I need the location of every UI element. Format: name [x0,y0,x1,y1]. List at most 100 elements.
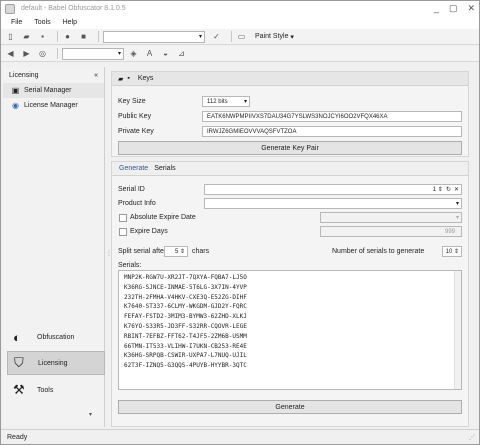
generate-button[interactable]: Generate [118,400,462,414]
filter-combo[interactable]: ▾ [62,47,124,60]
shade-icon[interactable]: ◒ [160,48,171,59]
forward-icon[interactable]: ▶ [21,48,32,59]
tab-serials[interactable]: Serials [151,165,178,172]
close-button[interactable]: ✕ [467,3,475,13]
list-item: K76YO-S33R5-JD3FF-S32RR-CQOVR-LEGE [124,322,247,330]
paint-style-dropdown[interactable]: Paint Style ▾ [255,33,294,41]
licensing-icon: ⛉ [14,355,24,370]
nav-licensing[interactable]: ⛉ Licensing [7,351,105,375]
title-bar: default - Babel Obfuscator 8.1.0.5 _ ▢ ✕ [1,1,479,16]
num-serials-stepper[interactable]: 10 ⇕ [442,246,462,257]
secondary-toolbar: ◀ ▶ ◎ ▾ ◈ A ◒ ⊿ [1,46,479,62]
clear-icon[interactable]: ✕ [454,186,459,193]
absolute-expire-checkbox[interactable] [119,214,127,222]
split-serial-label: Split serial after [118,248,167,255]
check-icon[interactable]: ✓ [211,31,222,42]
key-size-label: Key Size [118,98,146,105]
collapse-icon[interactable]: « [94,72,98,79]
refresh-icon[interactable]: ◎ [37,48,48,59]
nav-label: Licensing [38,359,68,367]
serials-label: Serials: [118,262,142,269]
font-icon[interactable]: A [144,48,155,59]
num-serials-label: Number of serials to generate [332,248,425,255]
refresh-serial-icon[interactable]: ↻ [446,186,451,193]
serial-manager-icon: ▣ [11,86,20,95]
serials-textarea[interactable]: MNP2K-RGW7U-XR2JT-7QXYA-FQBA7-LJ5O K36RG… [118,270,462,390]
layers-icon[interactable]: ◈ [128,48,139,59]
menu-file[interactable]: File [5,19,28,26]
chars-label: chars [192,248,210,255]
sidebar: Licensing « ▣ Serial Manager ◉ License M… [3,67,105,427]
public-key-label: Public Key [118,113,152,120]
page-icon[interactable]: ▭ [236,31,247,42]
list-item: FEFAY-FSTD2-3MIM3-BYMW3-62ZHD-XLKJ [124,313,247,321]
public-key-field[interactable]: EATK6NWPMPIIVXS7DAU34G7YSLWS3NOJCYI6OO2V… [202,111,462,122]
menu-help[interactable]: Help [57,19,83,26]
resize-grip-icon[interactable]: ⋰ [469,434,475,441]
menu-bar: File Tools Help [1,16,479,29]
sidebar-item-label: Serial Manager [24,87,72,94]
sidebar-item-label: License Manager [24,102,78,109]
main-toolbar: ▯ ▰ ▪ ● ■ ▾ ✓ ▭ Paint Style ▾ [1,29,479,45]
nav-label: Tools [37,386,54,394]
list-item: K36HG-SRPQB-CSWIR-UXPA7-L7NUQ-UJIL [124,352,247,360]
generate-tabs: Generate Serials [112,162,468,176]
num-value: 10 [445,248,453,255]
list-item: K36RG-SJNCE-INMAE-5T6LG-3X7IN-4YVP [124,283,247,291]
tab-generate[interactable]: Generate [116,165,151,172]
license-manager-icon: ◉ [12,101,19,110]
nav-overflow-icon[interactable]: ▾ [89,411,92,418]
serial-id-value: 1 [432,186,436,193]
keys-header: ▰ ▪ Keys [112,72,468,86]
list-item: 66TMN-IT533-VLIHW-I7UKN-CB253-RE4E [124,342,247,350]
expire-days-label: Expire Days [130,228,168,235]
nav-obfuscation[interactable]: ◐ Obfuscation [7,325,105,349]
stop-icon[interactable]: ■ [78,31,89,42]
list-item: MNP2K-RGW7U-XR2JT-7QXYA-FQBA7-LJ5O [124,274,247,281]
nav-label: Obfuscation [37,333,75,341]
product-info-select[interactable]: ▾ [204,198,462,209]
new-file-icon[interactable]: ▯ [5,31,16,42]
spin-icon[interactable]: ⇕ [438,186,443,193]
open-folder-icon[interactable]: ▰ [21,31,32,42]
window-title: default - Babel Obfuscator 8.1.0.5 [21,5,126,12]
list-item: 62T3F-IZNQ5-G3QQS-4PUYB-HYYBR-3QTC [124,362,247,370]
project-combo[interactable]: ▾ [103,30,205,43]
obfuscation-icon: ◐ [13,329,21,345]
key-size-value: 112 bits [207,98,228,105]
split-serial-stepper[interactable]: 5 ⇕ [164,246,188,257]
list-item: 232TH-2FMHA-V4HKV-CXE3Q-E52ZG-DIHF [124,293,247,301]
menu-tools[interactable]: Tools [28,19,56,26]
save-icon[interactable]: ▪ [37,31,48,42]
private-key-label: Private Key [118,128,154,135]
record-icon[interactable]: ● [62,31,73,42]
splitter-handle[interactable]: ⋮ [106,250,112,257]
generate-panel: Generate Serials Serial ID 1 ⇕ ↻ ✕ Produ… [106,161,469,427]
nav-tools[interactable]: ⚒ Tools [7,378,105,402]
sidebar-item-license-manager[interactable]: ◉ License Manager [3,98,104,113]
angle-icon[interactable]: ⊿ [176,48,187,59]
expire-days-checkbox[interactable] [119,228,127,236]
minimize-button[interactable]: _ [434,3,439,13]
list-item: RBINT-7EFBZ-FFT62-T4JF5-2ZM6B-USMM [124,332,247,340]
key-size-select[interactable]: 112 bits ▾ [202,96,250,107]
list-item: K7640-ST337-6CLMY-WKGDM-GJD2Y-FQRC [124,303,247,311]
private-key-field[interactable]: IRWJZ6GMIEOVVVAQSFVTZOA [202,126,462,137]
paint-style-label: Paint Style [255,33,289,40]
status-bar: Ready ⋰ [1,429,479,444]
expire-date-field[interactable]: ▾ [320,212,462,223]
sidebar-header: Licensing « [3,67,104,83]
back-icon[interactable]: ◀ [5,48,16,59]
maximize-button[interactable]: ▢ [449,3,458,13]
save-keys-icon[interactable]: ▪ [127,75,129,82]
serials-scrollbar[interactable] [454,271,461,389]
open-icon[interactable]: ▰ [118,75,123,83]
sidebar-item-serial-manager[interactable]: ▣ Serial Manager [3,83,104,98]
generate-key-pair-button[interactable]: Generate Key Pair [118,141,462,155]
tools-icon: ⚒ [13,382,25,397]
absolute-expire-label: Absolute Expire Date [130,214,196,221]
serial-id-field[interactable]: 1 ⇕ ↻ ✕ [204,184,462,195]
keys-title: Keys [137,75,154,82]
serial-id-label: Serial ID [118,186,145,193]
expire-days-field[interactable]: 999 [320,226,462,237]
